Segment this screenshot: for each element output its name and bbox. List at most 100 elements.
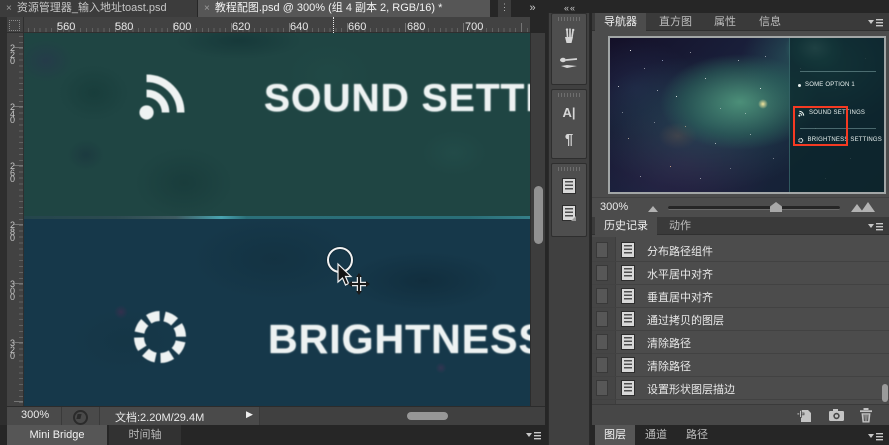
drag-gripper[interactable] (558, 93, 580, 97)
dock-group-styles (551, 163, 587, 237)
status-expand-arrow-icon[interactable]: ▶ (246, 409, 253, 420)
history-step[interactable]: 分布路径组件 (592, 239, 889, 262)
tab-timeline[interactable]: 时间轴 (109, 425, 181, 445)
tab-info[interactable]: 信息 (750, 13, 790, 31)
document-tab-2[interactable]: × 教程配图.psd @ 300% (组 4 副本 2, RGB/16) * (198, 0, 490, 17)
workgroup-status-icon[interactable] (73, 410, 88, 425)
horizontal-scrollbar-thumb[interactable] (407, 412, 448, 420)
close-icon[interactable]: × (6, 3, 12, 14)
vertical-scrollbar-thumb[interactable] (534, 186, 543, 244)
stars (610, 38, 611, 39)
new-document-from-state-icon[interactable] (797, 408, 813, 423)
menu-item-some-option: SOME OPTION 1 (798, 80, 882, 90)
panel-menu-icon[interactable] (868, 222, 883, 231)
divider (99, 407, 100, 425)
tab-mini-bridge[interactable]: Mini Bridge (7, 425, 107, 445)
zoom-slider-thumb[interactable] (770, 202, 782, 212)
history-step[interactable]: 清除路径 (592, 354, 889, 377)
panel-menu-icon[interactable] (526, 431, 541, 440)
document-tab-1[interactable]: × 资源管理器_输入地址toast.psd (0, 0, 197, 17)
document-tab-overflowed[interactable]: ⋮ (498, 0, 511, 17)
history-step-label: 清除路径 (647, 338, 691, 350)
character-panel-icon[interactable]: A| (556, 100, 582, 124)
ruler-tick-label: 320 (10, 338, 16, 361)
menu-divider (800, 71, 876, 72)
history-state-icon (621, 242, 635, 258)
ruler-tick-label: 660 (348, 21, 367, 33)
brightness-icon (134, 311, 186, 363)
history-state-icon (621, 265, 635, 281)
history-source-checkbox[interactable] (596, 334, 608, 350)
navigator-preview[interactable]: SOME OPTION 1 SOUND SETTINGS BRIGHTNESS … (608, 36, 886, 194)
close-icon[interactable]: × (204, 3, 210, 14)
navigator-zoom-field[interactable]: 300% (600, 201, 628, 213)
dock-group-type: A| ¶ (551, 89, 587, 159)
tab-layers[interactable]: 图层 (595, 425, 635, 445)
history-scrollbar-thumb[interactable] (882, 384, 888, 402)
bullet-icon (798, 83, 801, 87)
ruler-tick-label: 560 (57, 21, 76, 33)
history-step[interactable]: 垂直居中对齐 (592, 285, 889, 308)
bottom-panel-tab-bar: Mini Bridge 时间轴 (0, 425, 548, 445)
history-source-checkbox[interactable] (596, 380, 608, 396)
new-snapshot-camera-icon[interactable] (828, 408, 845, 422)
window-edge (0, 17, 7, 445)
history-step[interactable]: 设置形状图层描边 (592, 377, 889, 400)
tab-navigator[interactable]: 导航器 (595, 13, 646, 31)
document-tab-2-label: 教程配图.psd @ 300% (组 4 副本 2, RGB/16) * (214, 2, 443, 14)
panel-menu-icon[interactable] (868, 432, 883, 441)
character-styles-icon[interactable] (556, 174, 582, 198)
ruler-tick-label: 280 (10, 220, 16, 243)
tab-history[interactable]: 历史记录 (595, 217, 657, 235)
divider (61, 407, 62, 425)
tab-channels[interactable]: 通道 (636, 425, 676, 445)
vertical-ruler[interactable]: 220 240 260 280 300 320 (7, 33, 24, 406)
document-size-info[interactable]: 文档:2.20M/29.4M (115, 409, 204, 425)
document-canvas[interactable]: SOUND SETTIN BRIGHTNESS S (24, 33, 530, 406)
history-source-checkbox[interactable] (596, 288, 608, 304)
ruler-tick-label: 580 (115, 21, 134, 33)
history-step-label: 清除路径 (647, 361, 691, 373)
zoom-level-field[interactable]: 300% (21, 409, 49, 421)
navigator-view-box[interactable] (793, 106, 848, 146)
canvas-horizontal-scrollbar[interactable] (259, 407, 545, 425)
navigator-zoom-slider[interactable] (668, 206, 840, 210)
history-source-checkbox[interactable] (596, 265, 608, 281)
ruler-origin-box[interactable] (7, 17, 24, 33)
tool-presets-icon[interactable] (556, 51, 582, 75)
history-state-icon (621, 380, 635, 396)
history-source-checkbox[interactable] (596, 242, 608, 258)
zoom-in-icon[interactable] (861, 202, 875, 212)
delete-trash-icon[interactable] (859, 408, 873, 423)
ruler-tick-label: 240 (10, 102, 16, 125)
right-panel-column: 导航器 直方图 属性 信息 SOME OPTION 1 SOUND SETTIN… (592, 0, 889, 445)
document-tab-1-label: 资源管理器_输入地址toast.psd (16, 2, 167, 14)
canvas-vertical-scrollbar[interactable] (530, 33, 545, 406)
tab-properties[interactable]: 属性 (705, 13, 745, 31)
panel-menu-icon[interactable] (868, 18, 883, 27)
drag-gripper[interactable] (558, 17, 580, 21)
history-step[interactable]: 通过拷贝的图层 (592, 308, 889, 331)
navigator-panel: SOME OPTION 1 SOUND SETTINGS BRIGHTNESS … (592, 31, 889, 217)
paragraph-panel-icon[interactable]: ¶ (556, 127, 582, 151)
history-step[interactable]: 水平居中对齐 (592, 262, 889, 285)
history-source-checkbox[interactable] (596, 357, 608, 373)
brush-presets-icon[interactable] (556, 24, 582, 48)
tab-histogram[interactable]: 直方图 (650, 13, 701, 31)
history-source-checkbox[interactable] (596, 311, 608, 327)
history-step-label: 设置形状图层描边 (647, 384, 735, 396)
tab-overflow-chevron-icon[interactable]: » (521, 0, 545, 17)
zoom-out-icon[interactable] (648, 206, 658, 212)
canvas-status-bar: 300% 文档:2.20M/29.4M ▶ (7, 406, 545, 425)
history-panel-tab-bar: 历史记录 动作 (592, 217, 889, 235)
canvas-sound-section (24, 33, 530, 216)
wifi-sound-icon (139, 74, 185, 120)
drag-gripper[interactable] (558, 167, 580, 171)
mouse-cursor-move-icon (326, 246, 370, 295)
tab-actions[interactable]: 动作 (660, 217, 700, 235)
history-panel: 分布路径组件 水平居中对齐 垂直居中对齐 通过拷贝的图层 清除路径 清除路径 设… (592, 237, 889, 404)
history-step[interactable]: 清除路径 (592, 331, 889, 354)
tab-paths[interactable]: 路径 (677, 425, 717, 445)
horizontal-ruler[interactable]: 560 580 600 620 640 660 680 700 (24, 17, 530, 33)
paragraph-styles-icon[interactable] (556, 201, 582, 225)
